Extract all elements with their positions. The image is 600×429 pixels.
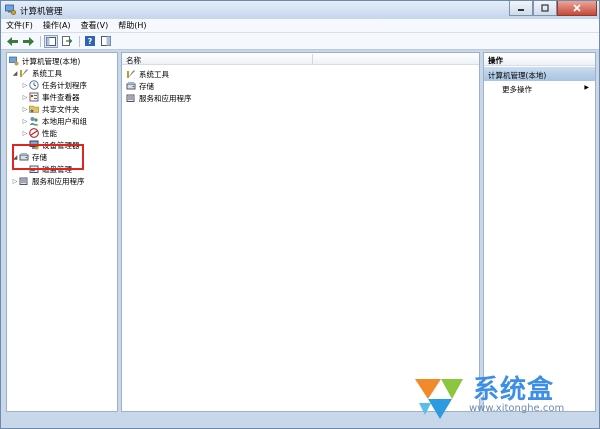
close-button[interactable] [557, 1, 597, 16]
column-header-name[interactable]: 名称 [122, 53, 479, 65]
menu-file[interactable]: 文件(F) [1, 19, 38, 32]
list-item-label: 存储 [139, 81, 154, 91]
xitonghe-logo [415, 379, 463, 419]
help-icon: ? [85, 36, 95, 46]
collapsed-arrow-icon[interactable]: ▷ [21, 130, 29, 137]
tree-label: 本地用户和组 [42, 116, 87, 126]
title-bar[interactable]: 计算机管理 [1, 1, 599, 19]
window-title: 计算机管理 [20, 7, 63, 17]
more-actions-link[interactable]: 更多操作 [502, 84, 532, 95]
actions-pane: 操作 计算机管理(本地) 更多操作 ▶ [483, 52, 596, 412]
tree-item-event-viewer[interactable]: ▷ 事件查看器 [21, 91, 80, 103]
tree-item-root[interactable]: 计算机管理(本地) [9, 55, 80, 67]
list-item-label: 系统工具 [139, 69, 169, 79]
toolbar: ? [1, 33, 599, 50]
console-tree-pane: 计算机管理(本地) ◢ 系统工具 ▷ 任务计划程序 ▷ 事件查看器 ▷ 共享文件… [6, 52, 118, 412]
minimize-button[interactable] [509, 1, 533, 16]
computer-management-window: 计算机管理 文件(F) 操作(A) 查看(V) 帮助(H) ? 计算机管理(本地… [0, 0, 600, 429]
back-icon [6, 36, 18, 46]
performance-icon [29, 128, 39, 138]
tree-item-system-tools[interactable]: ◢ 系统工具 [11, 67, 62, 79]
site-watermark: 系统盒 www.xitonghe.com [411, 369, 596, 425]
forward-button[interactable] [21, 35, 35, 48]
tree-label: 系统工具 [32, 68, 62, 78]
computer-management-icon [9, 56, 19, 66]
list-item[interactable]: 服务和应用程序 [126, 92, 192, 104]
tree-label: 服务和应用程序 [32, 176, 85, 186]
minimize-icon [518, 9, 524, 11]
tree-item-shared-folders[interactable]: ▷ 共享文件夹 [21, 103, 80, 115]
close-icon [573, 4, 581, 12]
tools-icon [127, 70, 135, 78]
menu-action[interactable]: 操作(A) [38, 19, 76, 32]
column-divider[interactable] [312, 54, 313, 64]
services-icon [126, 94, 135, 102]
tree-item-task-scheduler[interactable]: ▷ 任务计划程序 [21, 79, 87, 91]
toolbar-separator [79, 35, 80, 47]
computer-management-icon [5, 4, 16, 15]
watermark-brand: 系统盒 [473, 375, 555, 405]
back-button[interactable] [5, 35, 19, 48]
list-item[interactable]: 存储 [126, 80, 154, 92]
toolbar-separator [40, 35, 41, 47]
list-item-label: 服务和应用程序 [139, 93, 192, 103]
collapsed-arrow-icon[interactable]: ▷ [21, 94, 29, 101]
actions-group-header[interactable]: 计算机管理(本地) [484, 67, 595, 81]
actions-title: 操作 [484, 53, 595, 66]
export-list-icon [62, 36, 72, 46]
tools-icon [20, 69, 28, 77]
tree-label: 任务计划程序 [42, 80, 87, 90]
svg-text:?: ? [88, 37, 93, 46]
show-hide-icon [101, 36, 111, 46]
help-button[interactable]: ? [83, 35, 97, 48]
column-header-label: 名称 [126, 56, 141, 65]
console-tree-button[interactable] [44, 34, 58, 48]
collapsed-arrow-icon[interactable]: ▷ [21, 118, 29, 125]
tree-label: 计算机管理(本地) [22, 56, 81, 66]
forward-icon [22, 36, 34, 46]
menu-view[interactable]: 查看(V) [76, 19, 114, 32]
window-controls [509, 1, 597, 18]
collapsed-arrow-icon[interactable]: ▷ [21, 82, 29, 89]
console-tree-icon [46, 36, 56, 46]
event-log-icon [29, 92, 39, 102]
storage-icon [126, 82, 136, 90]
export-list-button[interactable] [60, 35, 74, 48]
details-pane: 名称 系统工具 存储 服务和应用程序 [121, 52, 480, 412]
show-hide-button[interactable] [99, 35, 113, 48]
tree-item-services-apps[interactable]: ▷ 服务和应用程序 [11, 175, 85, 187]
tree-label: 性能 [42, 128, 57, 138]
menu-help[interactable]: 帮助(H) [113, 19, 151, 32]
tree-item-performance[interactable]: ▷ 性能 [21, 127, 57, 139]
collapsed-arrow-icon[interactable]: ▷ [11, 178, 19, 185]
collapsed-arrow-icon[interactable]: ▷ [21, 106, 29, 113]
clock-icon [29, 80, 39, 90]
submenu-arrow-icon[interactable]: ▶ [584, 84, 589, 91]
menu-bar: 文件(F) 操作(A) 查看(V) 帮助(H) [1, 19, 599, 33]
users-icon [29, 117, 39, 126]
tree-label: 共享文件夹 [42, 104, 80, 114]
tree-label: 事件查看器 [42, 92, 80, 102]
maximize-icon [541, 4, 549, 12]
services-icon [19, 177, 28, 185]
list-item[interactable]: 系统工具 [126, 68, 169, 80]
expanded-arrow-icon[interactable]: ◢ [11, 70, 19, 77]
storage-highlight-box [12, 144, 84, 170]
maximize-button[interactable] [533, 1, 557, 16]
tree-item-local-users[interactable]: ▷ 本地用户和组 [21, 115, 87, 127]
watermark-url: www.xitonghe.com [469, 403, 565, 414]
shared-folder-icon [29, 105, 39, 113]
